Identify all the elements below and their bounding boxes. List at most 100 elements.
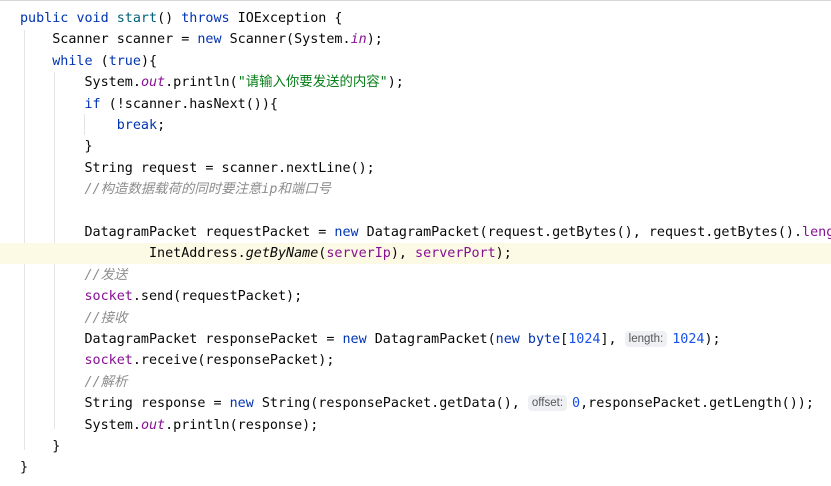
code-line[interactable]: }: [0, 436, 831, 457]
code-token: out: [140, 75, 166, 91]
code-token: .println(: [165, 75, 238, 91]
code-token: break: [116, 118, 158, 133]
code-token: socket: [84, 353, 133, 369]
code-token: (!scanner.hasNext()){: [100, 96, 278, 112]
code-line[interactable]: }: [0, 136, 831, 157]
code-token: serverPort: [415, 246, 496, 262]
code-token: (): [157, 11, 182, 26]
code-token: System.: [20, 417, 141, 433]
code-token: (: [92, 53, 109, 69]
code-line[interactable]: Scanner scanner = new Scanner(System.in)…: [0, 29, 831, 50]
code-line[interactable]: //发送: [0, 265, 831, 286]
code-token: if: [84, 96, 101, 112]
code-token: byte: [527, 332, 561, 347]
code-token: InetAddress.: [20, 246, 246, 262]
code-token: "请输入你要发送的内容": [237, 75, 388, 91]
code-line[interactable]: }: [0, 457, 831, 478]
code-token: 1024: [568, 332, 601, 347]
code-token: ],: [600, 332, 625, 347]
code-token: new: [197, 32, 222, 48]
code-token: Scanner scanner =: [20, 32, 198, 48]
code-token: start: [116, 11, 158, 26]
code-line[interactable]: while (true){: [0, 51, 831, 72]
code-token: ,responsePacket.getLength());: [580, 396, 814, 412]
code-token: while: [52, 53, 93, 69]
code-token: IOException {: [229, 11, 343, 26]
code-token: ){: [140, 53, 158, 69]
code-token: );: [366, 32, 383, 48]
parameter-hint: offset:: [527, 395, 568, 412]
code-line[interactable]: //接收: [0, 308, 831, 329]
code-token: new: [334, 225, 359, 240]
code-token: length: [802, 225, 831, 240]
code-token: .receive(responsePacket);: [132, 353, 335, 369]
code-token: //接收: [84, 310, 128, 326]
code-token: }: [20, 460, 29, 476]
code-line[interactable]: String response = new String(responsePac…: [0, 393, 831, 414]
code-token: );: [387, 75, 404, 91]
code-token: Scanner(System.: [221, 32, 351, 48]
code-line[interactable]: if (!scanner.hasNext()){: [0, 94, 831, 115]
code-token: throws: [181, 11, 230, 26]
code-token: true: [108, 53, 141, 69]
code-line[interactable]: String request = scanner.nextLine();: [0, 158, 831, 179]
code-token: new: [342, 332, 367, 347]
code-token: );: [704, 332, 721, 347]
editor-top-border: [0, 0, 831, 1]
code-token: new: [495, 332, 520, 347]
code-token: ;: [157, 118, 166, 133]
code-token: );: [495, 246, 512, 262]
code-token: in: [350, 32, 367, 48]
code-token: //构造数据载荷的同时要注意ip和端口号: [84, 182, 332, 198]
code-line[interactable]: public void start() throws IOException {: [0, 8, 831, 29]
code-line[interactable]: System.out.println(response);: [0, 415, 831, 436]
code-token: new: [229, 396, 254, 412]
code-token: String(responsePacket.getData(),: [253, 396, 528, 412]
code-token: 1024: [672, 332, 705, 347]
code-line[interactable]: //解析: [0, 372, 831, 393]
code-line[interactable]: System.out.println("请输入你要发送的内容");: [0, 72, 831, 93]
code-token: DatagramPacket(request.getBytes(), reque…: [358, 225, 803, 240]
code-line[interactable]: [0, 201, 831, 222]
code-token: getByName: [245, 246, 319, 262]
code-line[interactable]: //构造数据载荷的同时要注意ip和端口号: [0, 179, 831, 200]
code-editor[interactable]: public void start() throws IOException {…: [0, 0, 831, 486]
code-token: //发送: [84, 267, 128, 283]
code-token: void: [76, 11, 109, 26]
code-token: System.: [20, 75, 141, 91]
code-token: //解析: [84, 374, 128, 390]
code-token: DatagramPacket requestPacket =: [20, 225, 335, 240]
parameter-hint: length:: [624, 331, 668, 347]
code-line[interactable]: InetAddress.getByName(serverIp), serverP…: [0, 243, 831, 265]
code-token: .send(requestPacket);: [132, 289, 303, 305]
code-token: DatagramPacket(: [366, 332, 496, 347]
code-line[interactable]: DatagramPacket responsePacket = new Data…: [0, 329, 831, 350]
code-token: String request = scanner.nextLine();: [20, 160, 375, 176]
code-token: out: [140, 417, 166, 433]
code-token: }: [20, 139, 93, 155]
code-token: public: [20, 11, 69, 26]
code-token: serverIp: [326, 246, 391, 262]
code-line[interactable]: break;: [0, 115, 831, 136]
code-line[interactable]: socket.receive(responsePacket);: [0, 350, 831, 371]
code-token: socket: [84, 289, 133, 305]
code-token: DatagramPacket responsePacket =: [20, 332, 343, 347]
code-token: }: [20, 439, 61, 454]
code-token: 0: [572, 396, 581, 412]
code-line[interactable]: socket.send(requestPacket);: [0, 286, 831, 307]
code-token: .println(response);: [165, 417, 319, 433]
code-token: String response =: [20, 396, 230, 412]
code-token: ),: [390, 246, 416, 262]
code-line[interactable]: DatagramPacket requestPacket = new Datag…: [0, 222, 831, 243]
